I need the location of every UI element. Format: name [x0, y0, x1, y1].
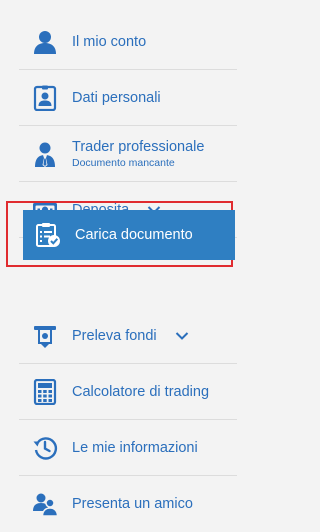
withdraw-cash-icon — [32, 323, 58, 349]
menu-item-label: Calcolatore di trading — [72, 383, 210, 400]
user-icon — [32, 29, 58, 55]
account-side-menu: Il mio conto Dati personali Trader profe… — [19, 14, 237, 532]
menu-item-label: Carica documento — [75, 227, 193, 243]
menu-item-presenta-un-amico[interactable]: Presenta un amico — [19, 476, 237, 532]
menu-item-text: Le mie informazioni — [72, 440, 198, 456]
menu-item-text: Dati personali — [72, 90, 161, 106]
menu-item-il-mio-conto[interactable]: Il mio conto — [19, 14, 237, 70]
refer-friends-icon — [32, 491, 58, 517]
clipboard-check-icon — [35, 222, 61, 248]
businessman-icon — [32, 141, 58, 167]
menu-item-text: Preleva fondi — [72, 328, 157, 344]
menu-item-le-mie-informazioni[interactable]: Le mie informazioni — [19, 420, 237, 476]
calculator-icon — [32, 378, 58, 405]
menu-item-text: Trader professionale Documento mancante — [72, 139, 204, 169]
menu-item-label: Presenta un amico — [72, 496, 193, 512]
history-clock-icon — [32, 435, 58, 461]
menu-item-carica-documento[interactable]: Carica documento — [23, 210, 235, 260]
menu-item-preleva-fondi[interactable]: Preleva fondi — [19, 308, 237, 364]
menu-item-calcolatore-di-trading[interactable]: Calcolatore di trading — [19, 364, 237, 420]
menu-item-dati-personali[interactable]: Dati personali — [19, 70, 237, 126]
menu-item-text: Presenta un amico — [72, 496, 193, 512]
menu-item-trader-professionale[interactable]: Trader professionale Documento mancante — [19, 126, 237, 182]
menu-item-text: Il mio conto — [72, 34, 146, 50]
menu-item-label: Il mio conto — [72, 33, 147, 50]
menu-item-text: Carica documento — [75, 227, 193, 243]
menu-item-label: Preleva fondi — [72, 327, 157, 344]
menu-item-label: Dati personali — [72, 89, 161, 106]
menu-item-label: Le mie informazioni — [72, 439, 198, 456]
menu-item-text: Calcolatore di trading — [72, 384, 209, 400]
chevron-down-icon[interactable] — [175, 331, 189, 341]
id-badge-icon — [32, 85, 58, 111]
menu-item-label: Trader professionale — [72, 138, 205, 155]
menu-item-sublabel: Documento mancante — [72, 156, 175, 169]
